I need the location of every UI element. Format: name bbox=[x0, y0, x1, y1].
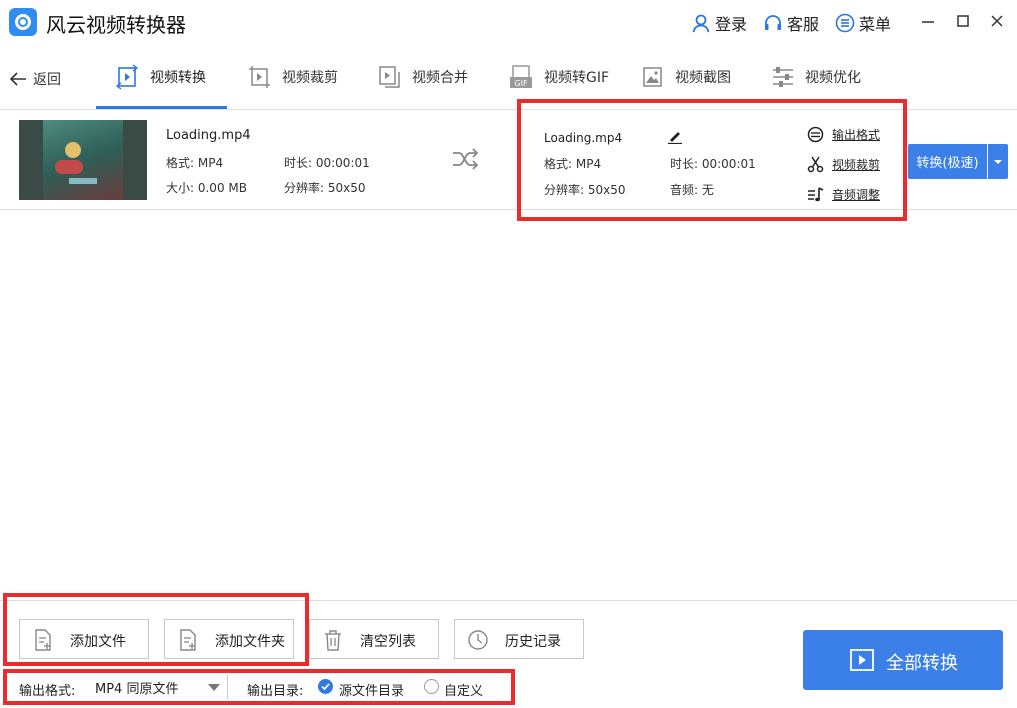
svg-text:GIF: GIF bbox=[514, 79, 528, 88]
convert-all-button[interactable]: 全部转换 bbox=[803, 630, 1003, 690]
history-label: 历史记录 bbox=[505, 634, 561, 650]
screenshot-icon bbox=[643, 67, 662, 87]
tab-label: 视频裁剪 bbox=[282, 70, 338, 86]
menu-icon bbox=[835, 13, 855, 33]
source-size: 大小: 0.00 MB bbox=[166, 181, 247, 195]
caret-down-icon bbox=[994, 159, 1002, 164]
minimize-button[interactable] bbox=[917, 10, 939, 32]
convert-dropdown-button[interactable] bbox=[988, 144, 1008, 179]
close-button[interactable] bbox=[986, 10, 1008, 32]
tab-video-merge[interactable]: 视频合并 bbox=[378, 62, 468, 92]
headset-icon bbox=[765, 15, 781, 30]
tab-video-to-gif[interactable]: GIF 视频转GIF bbox=[510, 62, 609, 92]
clear-list-label: 清空列表 bbox=[360, 634, 416, 650]
app-logo-icon bbox=[9, 8, 37, 36]
clock-icon bbox=[468, 630, 488, 650]
title-bar: 风云视频转换器 登录 客服 菜单 bbox=[0, 0, 1017, 44]
video-convert-icon bbox=[116, 64, 139, 90]
trash-icon bbox=[325, 630, 341, 651]
service-label: 客服 bbox=[787, 15, 820, 34]
minimize-icon bbox=[922, 21, 934, 23]
source-file-name: Loading.mp4 bbox=[166, 128, 251, 143]
maximize-icon bbox=[957, 15, 969, 27]
tab-label: 视频转GIF bbox=[544, 70, 610, 86]
menu-label: 菜单 bbox=[859, 15, 892, 34]
gif-icon: GIF bbox=[510, 65, 532, 88]
arrow-left-icon bbox=[9, 72, 26, 86]
convert-all-label: 全部转换 bbox=[886, 653, 958, 674]
shuffle-icon bbox=[453, 148, 479, 170]
highlight-box-add-buttons bbox=[3, 593, 309, 666]
tab-label: 视频优化 bbox=[805, 70, 861, 86]
highlight-box-output-settings bbox=[3, 669, 515, 705]
maximize-button[interactable] bbox=[952, 10, 974, 32]
user-icon bbox=[692, 14, 710, 33]
tab-video-optimize[interactable]: 视频优化 bbox=[771, 62, 861, 92]
video-merge-icon bbox=[379, 66, 400, 88]
video-crop-icon bbox=[249, 66, 270, 88]
highlight-box-output-info bbox=[517, 99, 907, 221]
tab-label: 视频转换 bbox=[150, 70, 206, 86]
customer-service-button[interactable]: 客服 bbox=[763, 11, 819, 35]
tab-video-crop[interactable]: 视频裁剪 bbox=[248, 62, 338, 92]
clear-list-button[interactable]: 清空列表 bbox=[309, 619, 439, 659]
source-duration: 时长: 00:00:01 bbox=[284, 156, 370, 170]
video-thumbnail[interactable] bbox=[19, 120, 147, 200]
source-resolution: 分辨率: 50x50 bbox=[284, 181, 366, 195]
login-button[interactable]: 登录 bbox=[691, 11, 747, 35]
play-icon bbox=[850, 649, 874, 671]
back-button[interactable]: 返回 bbox=[9, 69, 61, 89]
login-label: 登录 bbox=[715, 15, 748, 34]
menu-button[interactable]: 菜单 bbox=[835, 11, 891, 35]
back-label: 返回 bbox=[33, 72, 61, 88]
close-icon bbox=[991, 15, 1003, 27]
active-tab-indicator bbox=[96, 106, 227, 109]
tab-label: 视频合并 bbox=[412, 70, 468, 86]
tab-video-convert[interactable]: 视频转换 bbox=[116, 62, 206, 92]
optimize-icon bbox=[773, 67, 793, 87]
tab-label: 视频截图 bbox=[675, 70, 731, 86]
app-title: 风云视频转换器 bbox=[46, 13, 186, 37]
history-button[interactable]: 历史记录 bbox=[454, 619, 584, 659]
source-format: 格式: MP4 bbox=[166, 156, 224, 170]
tab-video-screenshot[interactable]: 视频截图 bbox=[641, 62, 731, 92]
convert-fast-button[interactable]: 转换(极速) bbox=[908, 144, 987, 179]
